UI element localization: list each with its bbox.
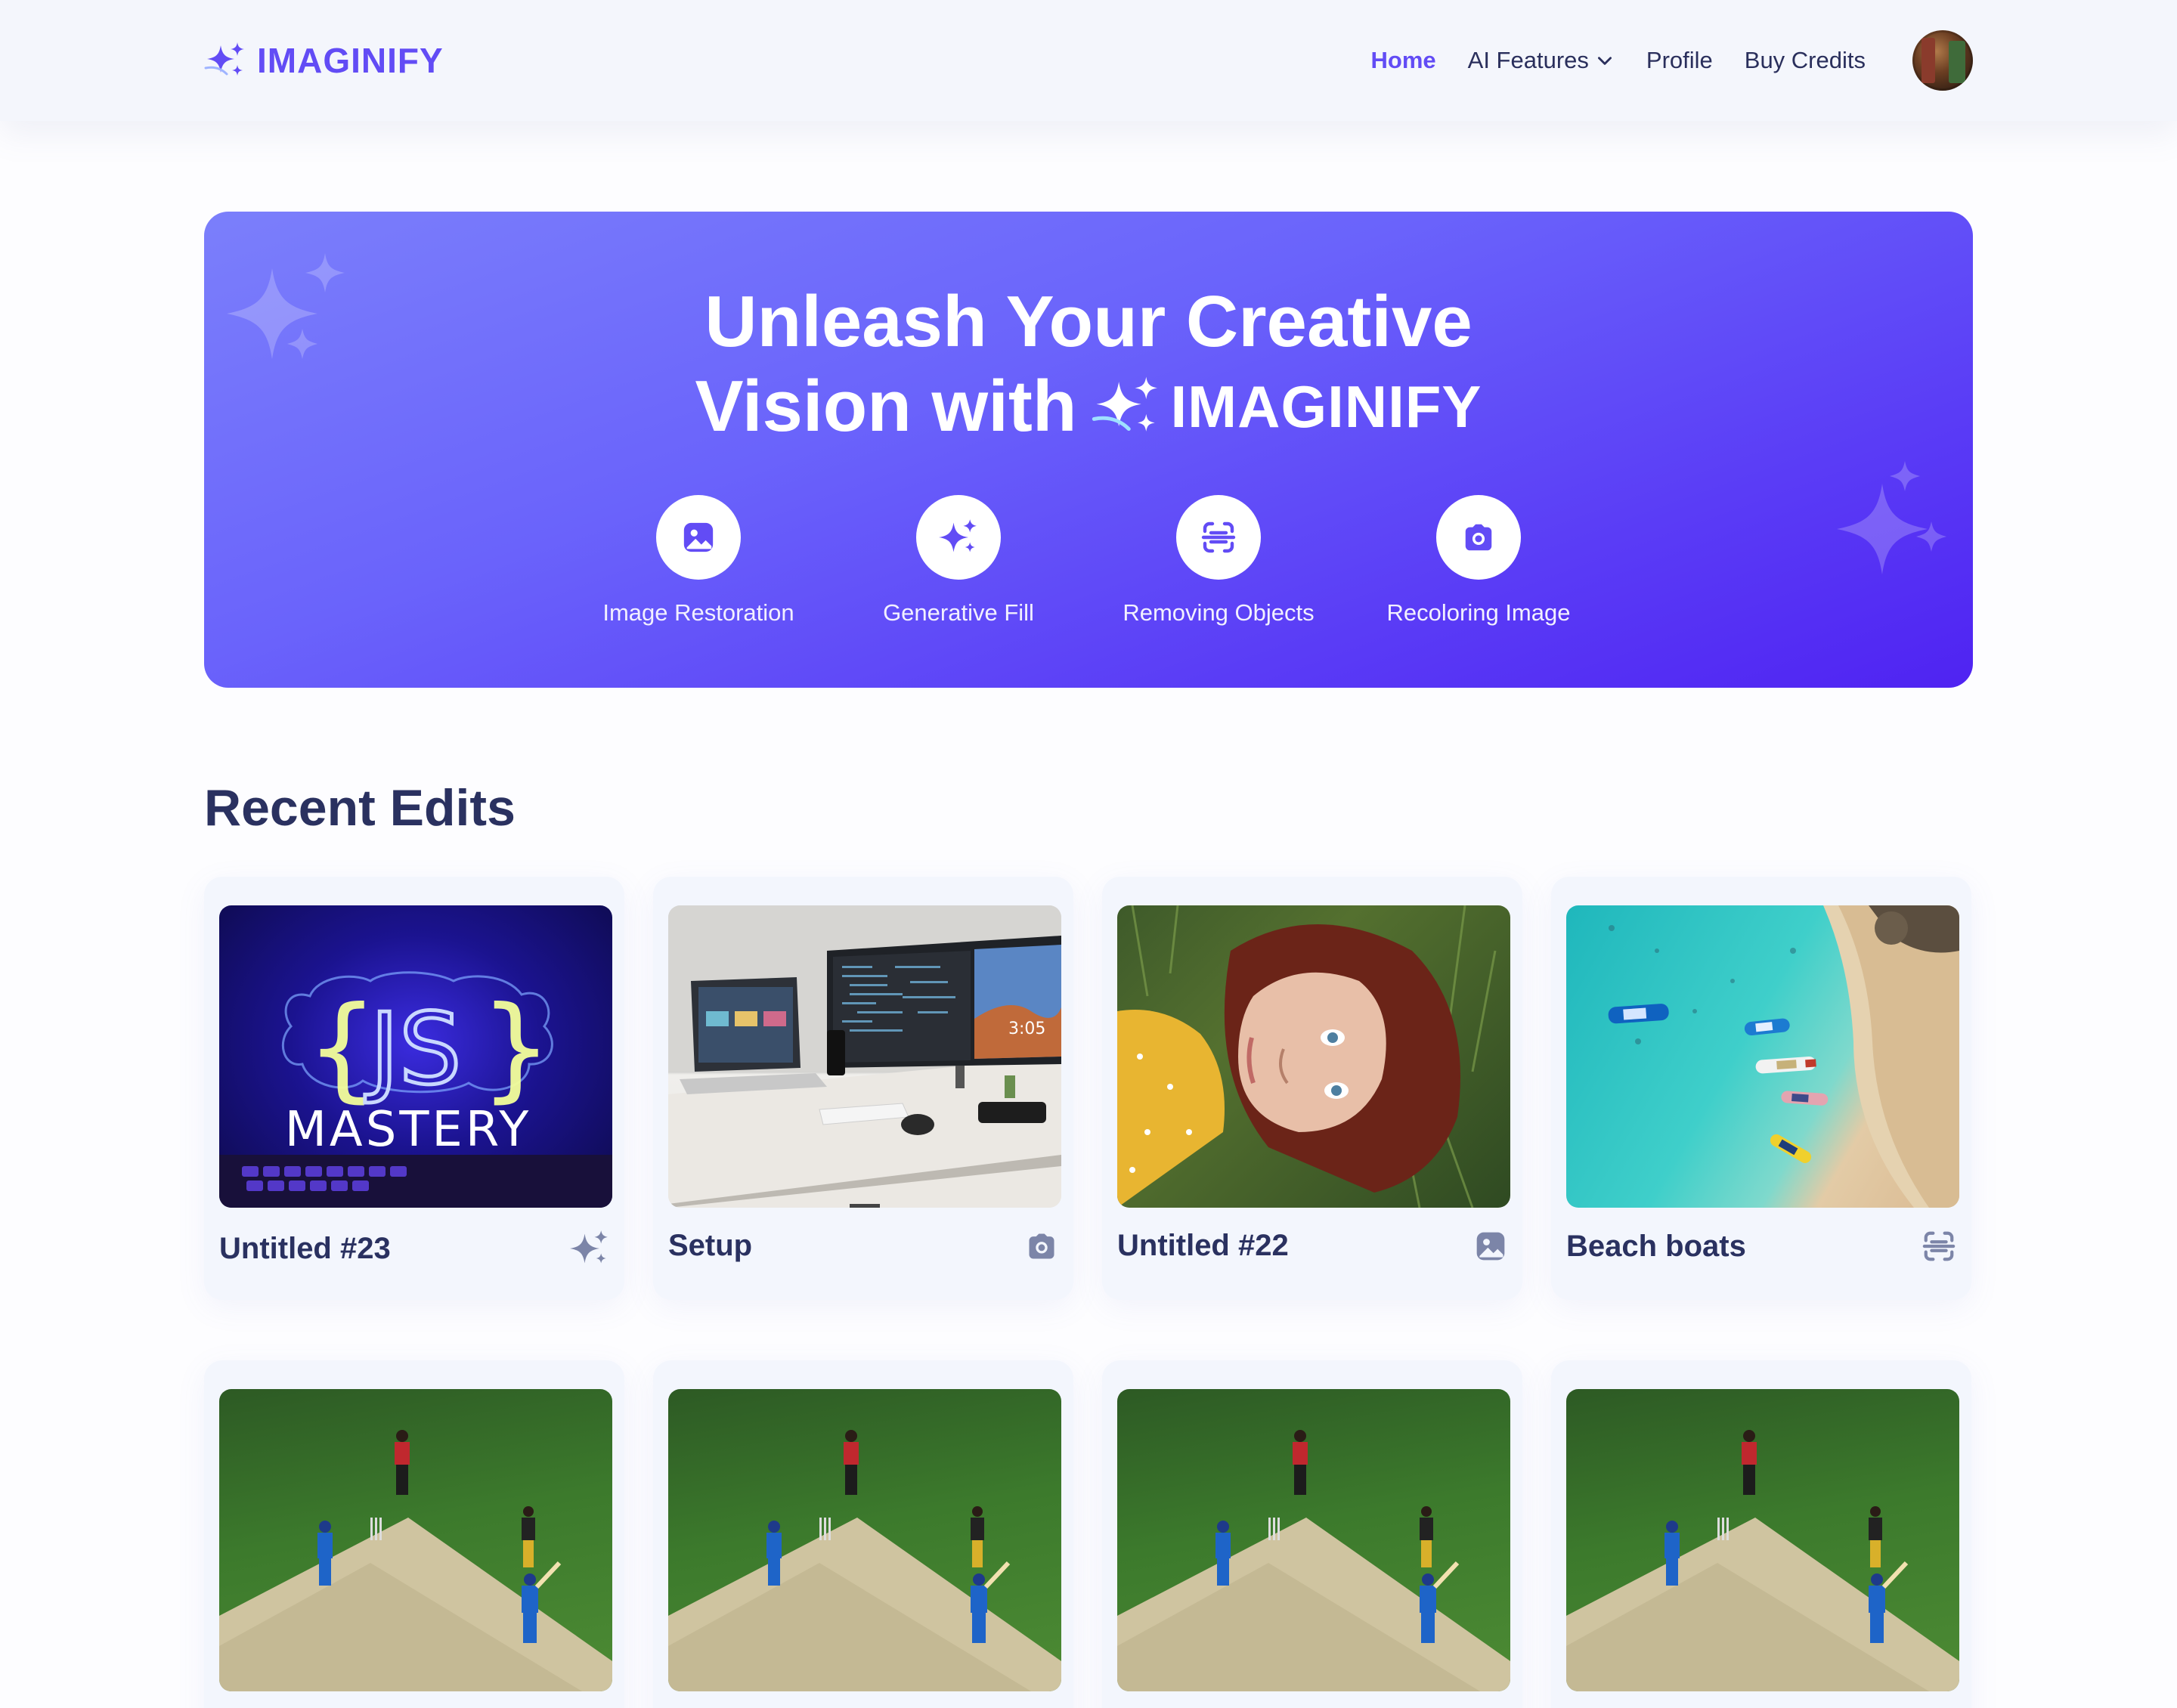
image-thumbnail: { } JS MASTERY [219, 905, 612, 1208]
card-footer: Setup [668, 1229, 1058, 1263]
feature-image-restoration[interactable]: Image Restoration [585, 495, 812, 627]
batter-left [1664, 1521, 1680, 1586]
nav-buy-credits[interactable]: Buy Credits [1745, 47, 1866, 74]
boat [1755, 1057, 1816, 1074]
batter-left [766, 1521, 782, 1586]
scan-icon [1922, 1231, 1956, 1261]
feature-generative-fill[interactable]: Generative Fill [845, 495, 1072, 627]
nav-ai-features[interactable]: AI Features [1468, 47, 1615, 74]
sparkle-logo-icon [1092, 376, 1158, 432]
beach-boats-artwork [1608, 905, 1959, 1208]
feature-icon-circle [1176, 495, 1261, 580]
portrait-artwork [1117, 905, 1497, 1208]
image-thumbnail [1566, 905, 1959, 1208]
svg-text:{: { [306, 982, 378, 1114]
image-thumbnail: 3:05 [668, 905, 1061, 1208]
hero-title-line2: Vision with IMAGINIFY [695, 364, 1482, 449]
hero-brand: IMAGINIFY [1092, 364, 1482, 449]
js-neon-text: JS [365, 992, 462, 1106]
mastery-neon-text: MASTERY [285, 1102, 532, 1158]
boat [1781, 1091, 1829, 1106]
card-title: Setup [668, 1229, 753, 1262]
image-card[interactable]: Beach boats [1551, 877, 1971, 1300]
hero-brand-text: IMAGINIFY [1170, 373, 1482, 440]
image-icon [683, 522, 714, 552]
cricket-artwork [1117, 1430, 1510, 1691]
feature-label: Removing Objects [1123, 599, 1315, 626]
card-footer: Untitled #23 [219, 1229, 609, 1268]
umpire [1293, 1430, 1308, 1495]
image-icon [1476, 1232, 1505, 1260]
feature-icon-circle [916, 495, 1001, 580]
chevron-down-icon [1597, 57, 1612, 65]
nav-ai-features-label: AI Features [1467, 47, 1589, 73]
logo-text: IMAGINIFY [257, 41, 444, 80]
image-card[interactable]: Untitled #22 [1102, 877, 1522, 1300]
cricket-artwork [668, 1430, 1061, 1691]
cricket-artwork [219, 1430, 612, 1691]
recent-edits-grid: { } JS MASTERY Untitled #23 3:05 Setup U… [204, 877, 1973, 1708]
card-title: Beach boats [1566, 1229, 1746, 1263]
feature-icon-circle [1436, 495, 1521, 580]
svg-text:}: } [480, 982, 552, 1114]
image-thumbnail [1117, 1389, 1510, 1691]
fielder [522, 1506, 535, 1567]
scan-icon [1201, 521, 1236, 553]
umpire [395, 1430, 410, 1495]
card-title: Untitled #23 [219, 1231, 391, 1265]
hero-title-line2-text: Vision with [695, 366, 1077, 447]
umpire [844, 1430, 859, 1495]
clock-text: 3:05 [1008, 1020, 1045, 1038]
fielder [1869, 1506, 1882, 1567]
feature-removing-objects[interactable]: Removing Objects [1105, 495, 1332, 627]
hero-banner: Unleash Your Creative Vision with IMAGIN… [204, 212, 1973, 688]
sparkles-icon [939, 519, 977, 552]
image-card[interactable] [653, 1360, 1073, 1708]
user-avatar[interactable] [1912, 30, 1973, 91]
feature-icon-circle [656, 495, 741, 580]
recent-edits-title: Recent Edits [204, 779, 516, 837]
boat [1744, 1018, 1790, 1036]
camera-icon [1029, 1233, 1054, 1258]
image-card[interactable]: { } JS MASTERY Untitled #23 [204, 877, 624, 1300]
hero-title: Unleash Your Creative Vision with IMAGIN… [204, 280, 1973, 449]
batter-left [317, 1521, 333, 1586]
feature-label: Recoloring Image [1386, 599, 1571, 626]
image-thumbnail [668, 1389, 1061, 1691]
image-thumbnail [219, 1389, 612, 1691]
umpire [1742, 1430, 1757, 1495]
main-nav: Home AI Features Profile Buy Credits [1371, 30, 1973, 91]
nav-profile[interactable]: Profile [1646, 47, 1713, 74]
desk-setup-artwork: 3:05 [668, 905, 1061, 1208]
card-footer: Beach boats [1566, 1229, 1956, 1264]
image-card[interactable] [1551, 1360, 1971, 1708]
sparkle-logo-icon [204, 42, 244, 76]
image-card[interactable]: 3:05 Setup [653, 877, 1073, 1300]
cricket-artwork [1566, 1430, 1959, 1691]
top-navbar: IMAGINIFY Home AI Features Profile Buy C… [0, 0, 2177, 121]
image-thumbnail [1566, 1389, 1959, 1691]
feature-list: Image Restoration Generative Fill Removi… [204, 495, 1973, 627]
image-thumbnail [1117, 905, 1510, 1208]
image-card[interactable] [204, 1360, 624, 1708]
fielder [1420, 1506, 1433, 1567]
batter-left [1215, 1521, 1231, 1586]
camera-icon [1465, 524, 1492, 551]
boat [1770, 1134, 1812, 1163]
feature-label: Generative Fill [883, 599, 1034, 626]
card-title: Untitled #22 [1117, 1229, 1289, 1262]
feature-recoloring-image[interactable]: Recoloring Image [1365, 495, 1592, 627]
hero-title-line1: Unleash Your Creative [705, 281, 1472, 362]
nav-home[interactable]: Home [1371, 47, 1436, 74]
fielder [971, 1506, 984, 1567]
feature-label: Image Restoration [602, 599, 794, 626]
logo[interactable]: IMAGINIFY [204, 40, 444, 81]
js-mastery-artwork: { } JS MASTERY [219, 971, 612, 1208]
image-card[interactable] [1102, 1360, 1522, 1708]
sparkles-icon [570, 1230, 608, 1264]
card-footer: Untitled #22 [1117, 1229, 1507, 1263]
boat [1608, 1004, 1669, 1024]
